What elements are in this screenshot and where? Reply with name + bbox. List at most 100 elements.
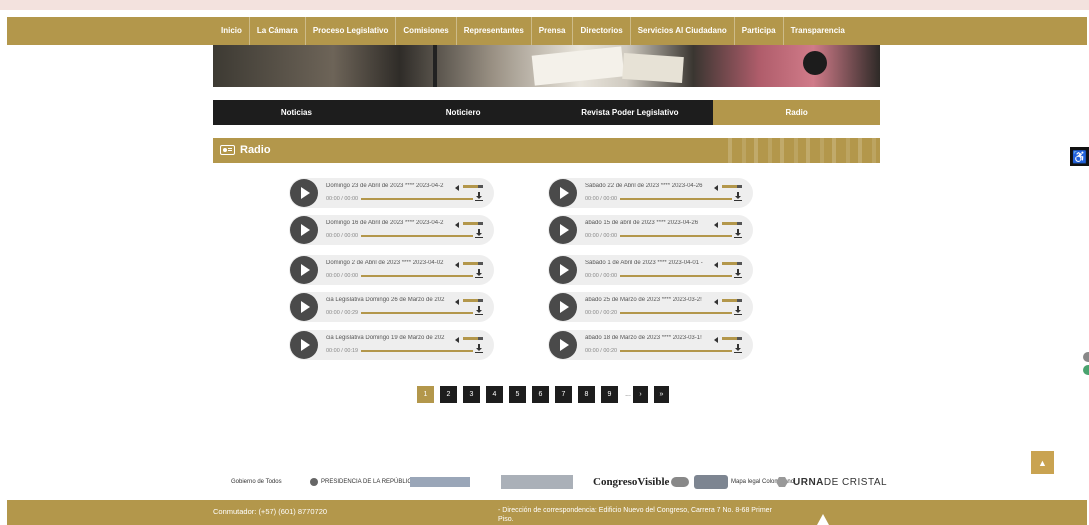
tab-noticiero[interactable]: Noticiero (379, 100, 547, 125)
audio-player: Domingo 2 de Abril de 2023 **** 2023-04-… (289, 255, 494, 285)
progress-bar[interactable] (620, 312, 732, 314)
volume-slider[interactable] (463, 185, 483, 188)
page-4[interactable]: 4 (486, 386, 503, 403)
scroll-to-top-button[interactable]: ▲ (1031, 451, 1054, 474)
urna-de-cristal-logo[interactable]: URNA DE CRISTAL (776, 474, 887, 490)
nav-inicio[interactable]: Inicio (214, 17, 250, 45)
play-button[interactable] (290, 256, 318, 284)
volume-icon[interactable] (714, 260, 720, 268)
volume-icon[interactable] (714, 335, 720, 343)
download-icon-base (734, 200, 742, 201)
page-9[interactable]: 9 (601, 386, 618, 403)
main-navigation: Inicio La Cámara Proceso Legislativo Com… (7, 17, 1087, 45)
page-5[interactable]: 5 (509, 386, 526, 403)
volume-slider[interactable] (463, 337, 483, 340)
nav-representantes[interactable]: Representantes (457, 17, 532, 45)
congreso-visible-logo[interactable]: CongresoVisible (593, 474, 690, 490)
page-8[interactable]: 8 (578, 386, 595, 403)
progress-bar[interactable] (361, 275, 473, 277)
hero-banner-image (213, 45, 880, 87)
page-1[interactable]: 1 (417, 386, 434, 403)
volume-slider[interactable] (722, 337, 742, 340)
building-logo[interactable] (501, 474, 576, 490)
tab-revista-poder-legislativo[interactable]: Revista Poder Legislativo (546, 100, 714, 125)
tab-noticias[interactable]: Noticias (213, 100, 380, 125)
nav-prensa[interactable]: Prensa (532, 17, 574, 45)
microphone-stand (433, 45, 437, 87)
portal-logo[interactable] (410, 474, 473, 490)
nav-la-camara[interactable]: La Cámara (250, 17, 306, 45)
play-button[interactable] (549, 293, 577, 321)
volume-icon[interactable] (455, 260, 461, 268)
audio-player: cia Legislativa Domingo 26 de Marzo de 2… (289, 292, 494, 322)
nav-comisiones[interactable]: Comisiones (396, 17, 457, 45)
portal-emblem-icon (410, 477, 470, 487)
volume-slider[interactable] (463, 299, 483, 302)
side-widget[interactable] (1083, 352, 1089, 376)
audio-title: ábado 15 de abril de 2023 **** 2023-04-2… (585, 220, 699, 226)
play-button[interactable] (549, 256, 577, 284)
audio-time: 00:00 / 00:00 (585, 233, 618, 239)
tab-radio[interactable]: Radio (713, 100, 880, 125)
volume-slider[interactable] (722, 185, 742, 188)
play-button[interactable] (549, 216, 577, 244)
volume-slider[interactable] (722, 299, 742, 302)
page-7[interactable]: 7 (555, 386, 572, 403)
audio-time: 00:00 / 00:00 (326, 273, 359, 279)
next-page-button[interactable]: › (633, 386, 648, 403)
building-emblem-icon (501, 475, 573, 489)
progress-bar[interactable] (620, 235, 732, 237)
page-3[interactable]: 3 (463, 386, 480, 403)
nav-transparencia[interactable]: Transparencia (784, 17, 852, 45)
progress-bar[interactable] (361, 235, 473, 237)
audio-time: 00:00 / 00:29 (326, 310, 359, 316)
download-icon-base (475, 352, 483, 353)
nav-servicios-ciudadano[interactable]: Servicios Al Ciudadano (631, 17, 735, 45)
progress-bar[interactable] (620, 198, 732, 200)
nav-participa[interactable]: Participa (735, 17, 784, 45)
nav-proceso-legislativo[interactable]: Proceso Legislativo (306, 17, 397, 45)
play-button[interactable] (549, 179, 577, 207)
footer-phone: Conmutador: (+57) (601) 8770720 (213, 507, 328, 516)
volume-icon[interactable] (455, 335, 461, 343)
microphone-head (803, 51, 827, 75)
volume-icon[interactable] (714, 220, 720, 228)
volume-slider[interactable] (463, 222, 483, 225)
audio-title: Domingo 2 de Abril de 2023 **** 2023-04-… (326, 260, 444, 266)
radio-icon (220, 145, 235, 155)
progress-bar[interactable] (620, 350, 732, 352)
volume-icon[interactable] (714, 297, 720, 305)
volume-slider[interactable] (463, 262, 483, 265)
gobierno-logo[interactable]: Gobierno de Todos (231, 474, 282, 490)
audio-time: 00:00 / 00:19 (326, 348, 359, 354)
volume-icon[interactable] (714, 183, 720, 191)
progress-bar[interactable] (361, 350, 473, 352)
nav-directorios[interactable]: Directorios (573, 17, 631, 45)
play-button[interactable] (290, 216, 318, 244)
volume-slider[interactable] (722, 262, 742, 265)
play-button[interactable] (549, 331, 577, 359)
volume-icon[interactable] (455, 183, 461, 191)
page-2[interactable]: 2 (440, 386, 457, 403)
play-button[interactable] (290, 331, 318, 359)
audio-time: 00:00 / 00:00 (326, 196, 359, 202)
volume-icon[interactable] (455, 220, 461, 228)
audio-title: cia Legislativa Domingo 19 de Marzo de 2… (326, 335, 445, 341)
download-icon-base (734, 237, 742, 238)
volume-slider[interactable] (722, 222, 742, 225)
page-6[interactable]: 6 (532, 386, 549, 403)
progress-bar[interactable] (361, 312, 473, 314)
progress-bar[interactable] (361, 198, 473, 200)
header-pattern (720, 138, 880, 163)
volume-icon[interactable] (455, 297, 461, 305)
play-button[interactable] (290, 179, 318, 207)
download-icon-base (475, 200, 483, 201)
partner-logos: Gobierno de Todos PRESIDENCIA DE LA REPÚ… (213, 468, 887, 496)
accessibility-icon[interactable]: ♿ (1070, 147, 1089, 166)
progress-bar[interactable] (620, 275, 732, 277)
audio-title: Domingo 23 de Abril de 2023 **** 2023-04… (326, 183, 444, 189)
play-button[interactable] (290, 293, 318, 321)
last-page-button[interactable]: » (654, 386, 669, 403)
section-title: Radio (240, 144, 271, 156)
presidencia-logo[interactable]: PRESIDENCIA DE LA REPÚBLICA (310, 474, 416, 490)
